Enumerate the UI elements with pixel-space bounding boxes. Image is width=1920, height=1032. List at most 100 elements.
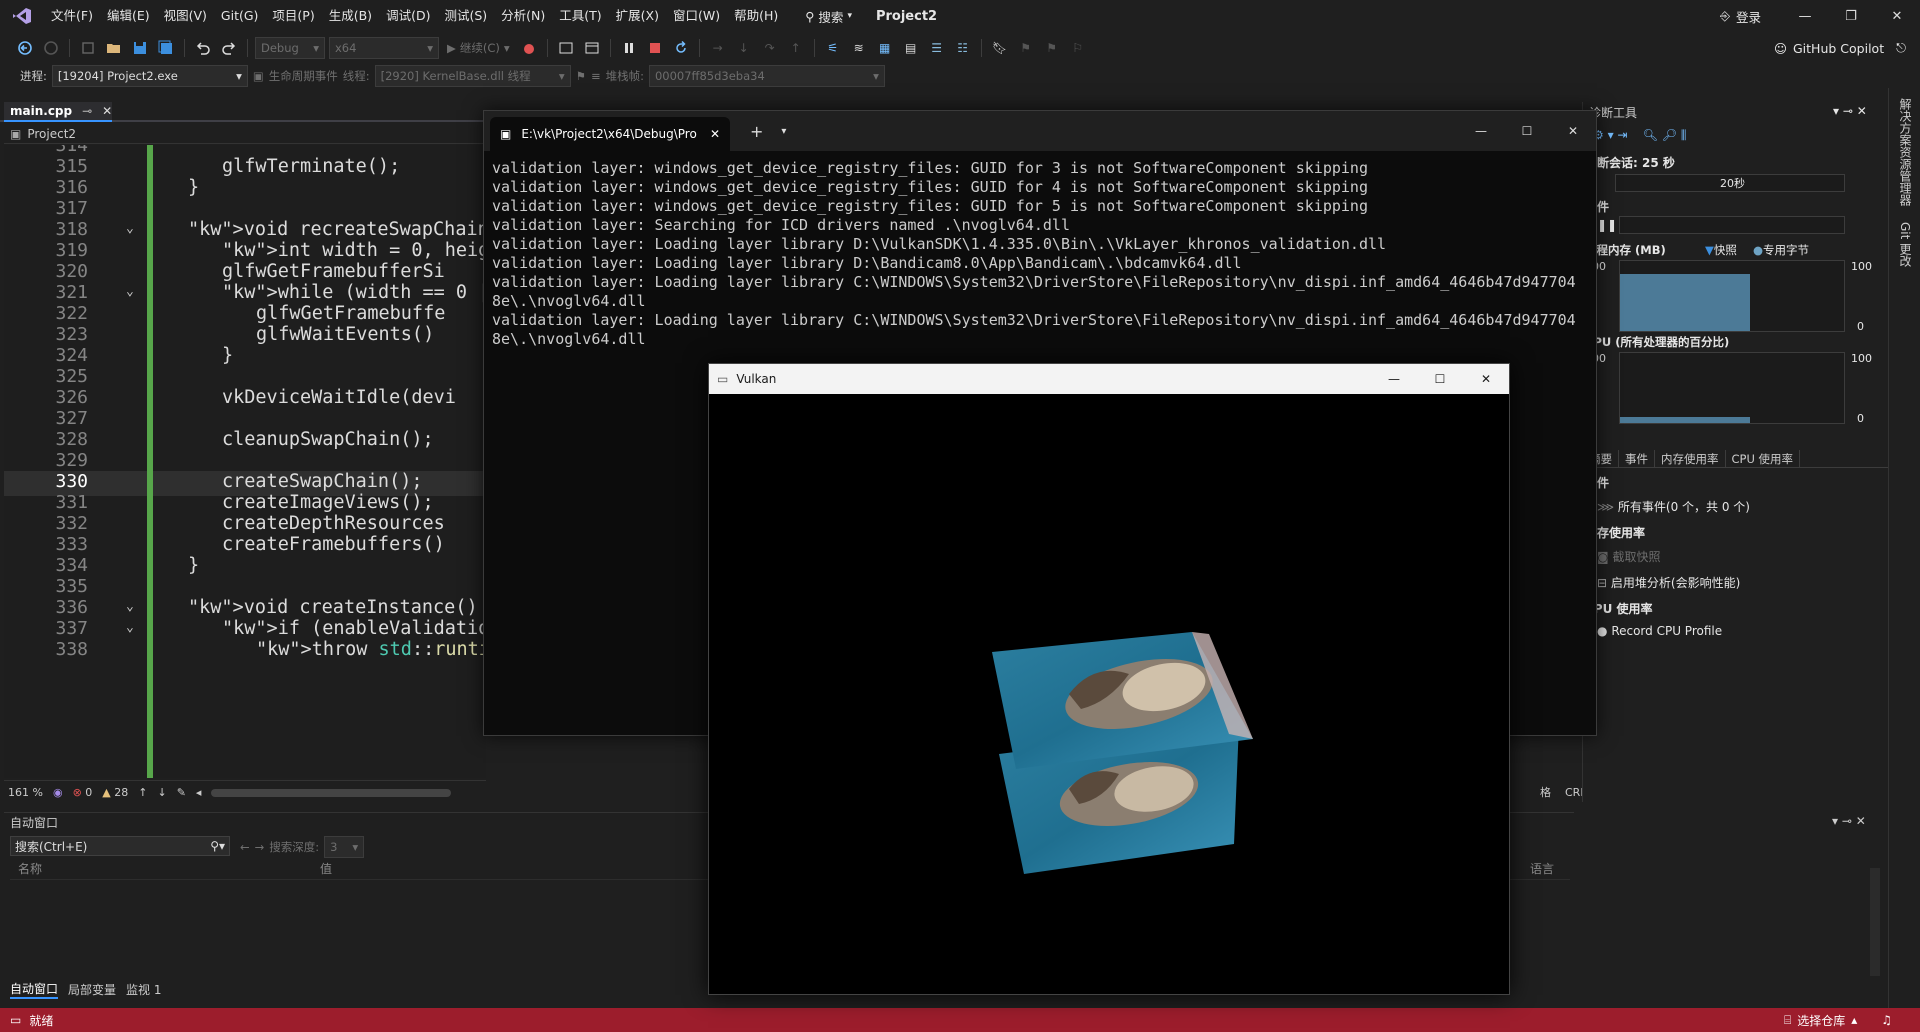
save-all-icon[interactable] bbox=[155, 37, 177, 59]
close-tab-icon[interactable]: ✕ bbox=[710, 127, 720, 141]
menu-item-8[interactable]: 分析(N) bbox=[494, 0, 552, 32]
terminal-tab[interactable]: ▣ E:\vk\Project2\x64\Debug\Pro ✕ bbox=[490, 117, 730, 151]
configuration-select[interactable]: Debug ▾ bbox=[255, 37, 325, 59]
diag-tab-2[interactable]: 内存使用率 bbox=[1655, 450, 1726, 467]
render-viewport[interactable] bbox=[709, 394, 1509, 994]
save-icon[interactable] bbox=[129, 37, 151, 59]
new-tab-icon[interactable]: + bbox=[750, 122, 763, 141]
login-button[interactable]: ⎆ 登录 bbox=[1720, 0, 1761, 32]
terminal-close-button[interactable]: ✕ bbox=[1550, 124, 1596, 138]
code-editor[interactable]: 314 315 glfwTerminate(); 316} 317 318 ⌄ "kw">vo… bbox=[4, 145, 486, 778]
pause-icon[interactable] bbox=[618, 37, 640, 59]
close-tab-icon[interactable]: ✕ bbox=[102, 104, 112, 118]
vulkan-maximize-button[interactable]: ☐ bbox=[1417, 372, 1463, 386]
comment-icon[interactable]: ▦ bbox=[874, 37, 896, 59]
autos-search-input[interactable]: 搜索(Ctrl+E) ⚲▾ bbox=[10, 836, 230, 856]
menu-item-0[interactable]: 文件(F) bbox=[44, 0, 100, 32]
indent-icon[interactable]: ☷ bbox=[952, 37, 974, 59]
thread-icon[interactable]: ≋ bbox=[848, 37, 870, 59]
forward-navigate-icon[interactable] bbox=[40, 37, 62, 59]
undo-icon[interactable] bbox=[192, 37, 214, 59]
stack-frame-select[interactable]: 00007ff85d3eba34 ▾ bbox=[648, 65, 885, 87]
outdent-icon[interactable]: ☰ bbox=[926, 37, 948, 59]
autos-menu-icon[interactable]: ▾ ⊸ ✕ bbox=[1832, 814, 1866, 828]
git-changes-tab[interactable]: Git 更改 bbox=[1897, 222, 1914, 267]
heap-analysis-button[interactable]: ⊟ 启用堆分析(会影响性能) bbox=[1597, 574, 1740, 591]
indent-mode[interactable]: 格 bbox=[1540, 784, 1551, 800]
arrow-up-icon[interactable]: ↑ bbox=[138, 786, 147, 799]
menu-item-10[interactable]: 扩展(X) bbox=[609, 0, 666, 32]
panel-menu-icon[interactable]: ▾ ⊸ ✕ bbox=[1833, 104, 1867, 118]
column-name[interactable]: 名称 bbox=[10, 860, 320, 879]
copilot-button[interactable]: ☺ GitHub Copilot ⎋ bbox=[1774, 32, 1906, 64]
autos-scrollbar[interactable] bbox=[1870, 868, 1880, 976]
notifications-icon[interactable]: ♫ bbox=[1881, 1013, 1892, 1027]
flag-icon[interactable]: ⚑ bbox=[576, 69, 586, 83]
vulkan-minimize-button[interactable]: — bbox=[1371, 372, 1417, 386]
maximize-button[interactable]: ❐ bbox=[1828, 0, 1874, 32]
menu-item-3[interactable]: Git(G) bbox=[214, 0, 266, 32]
arrow-down-icon[interactable]: ↓ bbox=[157, 786, 166, 799]
all-events-link[interactable]: ⋙ 所有事件(0 个，共 0 个) bbox=[1597, 498, 1750, 515]
filter-icon[interactable]: ≡ bbox=[591, 69, 601, 83]
tab-main-cpp[interactable]: main.cpp ⊸ ✕ bbox=[4, 102, 112, 122]
horizontal-scrollbar[interactable] bbox=[211, 788, 452, 797]
menu-item-2[interactable]: 视图(V) bbox=[157, 0, 214, 32]
menu-item-6[interactable]: 调试(D) bbox=[379, 0, 437, 32]
pause-icon[interactable]: ❚❚ bbox=[1597, 218, 1617, 232]
new-item-icon[interactable] bbox=[77, 37, 99, 59]
events-timeline[interactable] bbox=[1619, 216, 1845, 234]
show-next-statement-icon[interactable]: → bbox=[707, 37, 729, 59]
error-count[interactable]: ⊗ 0 bbox=[73, 786, 93, 799]
search-depth-select[interactable]: 3 ▾ bbox=[324, 836, 365, 858]
brush-icon[interactable]: ✎ bbox=[177, 786, 186, 799]
take-snapshot-button[interactable]: ◙ 截取快照 bbox=[1597, 548, 1661, 565]
diag-tab-3[interactable]: CPU 使用率 bbox=[1726, 450, 1801, 467]
feedback-icon[interactable]: ⎋ bbox=[1896, 40, 1906, 56]
fold-chevron-icon[interactable]: ⌄ bbox=[126, 284, 134, 299]
continue-button[interactable]: ▶ 继续(C) ▾ bbox=[443, 40, 514, 56]
bookmark-icon[interactable]: 🔖︎ bbox=[989, 37, 1011, 59]
dropdown-icon[interactable]: ▾ bbox=[781, 126, 786, 137]
platform-select[interactable]: x64 ▾ bbox=[329, 37, 439, 59]
vulkan-close-button[interactable]: ✕ bbox=[1463, 372, 1509, 386]
fold-chevron-icon[interactable]: ⌄ bbox=[126, 221, 134, 236]
scroll-left-icon[interactable]: ◂ bbox=[196, 786, 202, 799]
restart-icon[interactable] bbox=[670, 37, 692, 59]
diag-tab-1[interactable]: 事件 bbox=[1619, 450, 1655, 467]
fold-chevron-icon[interactable]: ⌄ bbox=[126, 620, 134, 635]
output-icon[interactable]: ▭ bbox=[10, 1013, 21, 1027]
menu-item-1[interactable]: 编辑(E) bbox=[100, 0, 157, 32]
menu-item-5[interactable]: 生成(B) bbox=[322, 0, 379, 32]
process-select[interactable]: [19204] Project2.exe ▾ bbox=[51, 65, 248, 87]
next-bookmark-icon[interactable]: ⚑ bbox=[1041, 37, 1063, 59]
format-icon[interactable]: ▤ bbox=[900, 37, 922, 59]
diag-toolbar[interactable]: ⚙ ▾ ⇥ 🔍︎ 🔎︎ ⫼ bbox=[1593, 128, 1686, 143]
menu-item-11[interactable]: 窗口(W) bbox=[666, 0, 727, 32]
step-into-icon[interactable]: ↓ bbox=[733, 37, 755, 59]
search-button[interactable]: ⚲ 搜索 ▾ bbox=[797, 7, 860, 26]
solution-explorer-tab[interactable]: 解决方案资源管理器 bbox=[1897, 98, 1914, 206]
menu-item-12[interactable]: 帮助(H) bbox=[727, 0, 785, 32]
menu-item-9[interactable]: 工具(T) bbox=[552, 0, 608, 32]
navigation-bar[interactable]: ▣ Project2 bbox=[4, 124, 486, 144]
layout-icon[interactable] bbox=[581, 37, 603, 59]
record-cpu-button[interactable]: ● Record CPU Profile bbox=[1597, 624, 1722, 638]
lifecycle-icon[interactable]: ▣ bbox=[253, 69, 264, 83]
menu-item-4[interactable]: 项目(P) bbox=[265, 0, 321, 32]
lifecycle-events-label[interactable]: 生命周期事件 bbox=[269, 68, 338, 84]
bottom-tab-1[interactable]: 局部变量 bbox=[68, 981, 116, 998]
column-language[interactable]: 语言 bbox=[1530, 860, 1554, 879]
prev-bookmark-icon[interactable]: ⚑ bbox=[1015, 37, 1037, 59]
forward-icon[interactable]: → bbox=[255, 840, 265, 854]
step-out-icon[interactable]: ↑ bbox=[785, 37, 807, 59]
copilot-status-icon[interactable]: ◉ bbox=[53, 786, 63, 799]
back-icon[interactable]: ← bbox=[240, 840, 250, 854]
timeline-ruler[interactable]: 20秒 bbox=[1615, 174, 1845, 192]
browser-icon[interactable] bbox=[555, 37, 577, 59]
code-line[interactable]: 338 "kw">throw std::runtime_error("valida… bbox=[4, 639, 486, 664]
back-navigate-icon[interactable] bbox=[14, 37, 36, 59]
warning-count[interactable]: ▲ 28 bbox=[102, 786, 128, 799]
redo-icon[interactable] bbox=[218, 37, 240, 59]
thread-select[interactable]: [2920] KernelBase.dll 线程 ▾ bbox=[374, 65, 571, 87]
